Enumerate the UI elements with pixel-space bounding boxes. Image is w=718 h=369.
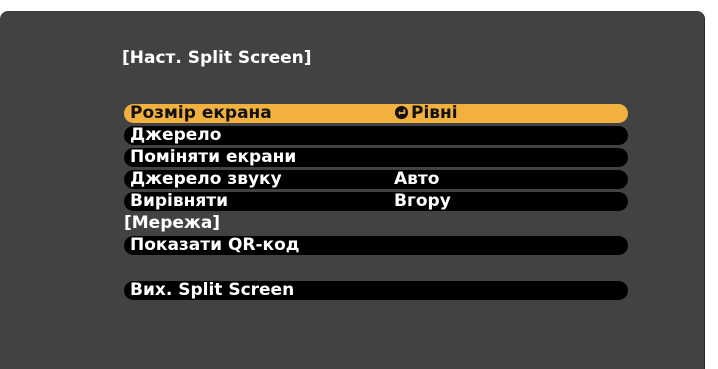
network-section-header: [Мережа]	[124, 213, 221, 233]
menu-item-audio-source[interactable]: Джерело звуку Авто	[124, 170, 628, 189]
split-screen-menu: Розмір екрана Рівні Джерело Поміняти екр…	[124, 104, 628, 303]
menu-item-label: Вих. Split Screen	[130, 280, 295, 300]
menu-spacer	[124, 258, 628, 281]
enter-icon	[394, 105, 409, 120]
projector-menu-screen: [Наст. Split Screen] Розмір екрана Рівні…	[0, 11, 705, 369]
menu-item-label: Вирівняти	[130, 191, 229, 211]
menu-item-swap-screens[interactable]: Поміняти екрани	[124, 148, 628, 167]
menu-item-label: Поміняти екрани	[130, 147, 297, 167]
menu-item-label: Джерело	[130, 125, 222, 145]
menu-item-value: Рівні	[394, 104, 458, 123]
menu-item-exit-split-screen[interactable]: Вих. Split Screen	[124, 281, 628, 300]
menu-item-label: Розмір екрана	[130, 103, 272, 123]
menu-item-screen-size[interactable]: Розмір екрана Рівні	[124, 104, 628, 123]
menu-item-show-qr-code[interactable]: Показати QR-код	[124, 236, 628, 255]
menu-item-align[interactable]: Вирівняти Вгору	[124, 192, 628, 211]
menu-item-value: Авто	[394, 169, 440, 189]
menu-item-label: Джерело звуку	[130, 169, 282, 189]
menu-item-value: Вгору	[394, 191, 451, 211]
menu-item-label: Показати QR-код	[130, 235, 300, 255]
screen-size-value: Рівні	[411, 103, 458, 123]
menu-title: [Наст. Split Screen]	[122, 48, 312, 68]
menu-item-source[interactable]: Джерело	[124, 126, 628, 145]
